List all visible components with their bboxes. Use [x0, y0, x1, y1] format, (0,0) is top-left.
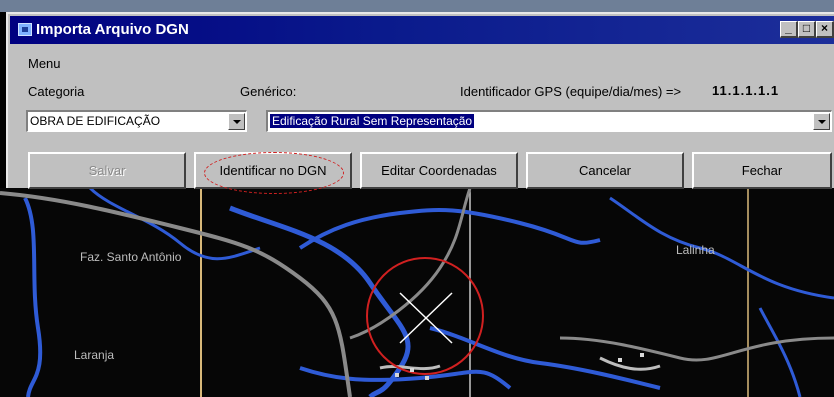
dropdown-arrow-icon[interactable] [228, 113, 245, 130]
generico-value: Edificação Rural Sem Representação [270, 114, 475, 128]
menu-label[interactable]: Menu [28, 56, 61, 71]
road [599, 356, 661, 371]
map-label: Faz. Santo Antônio [80, 250, 182, 264]
app-icon [18, 23, 32, 36]
crosshair-icon [399, 292, 453, 344]
minimize-icon[interactable]: _ [780, 21, 798, 38]
salvar-button[interactable]: Salvar [28, 152, 186, 189]
map-label: Lalinha [676, 243, 715, 257]
desktop-strip [0, 0, 834, 12]
window-title: Importa Arquivo DGN [36, 21, 189, 38]
maximize-icon[interactable]: □ [798, 21, 816, 38]
editar-coordenadas-button[interactable]: Editar Coordenadas [360, 152, 518, 189]
dropdown-arrow-icon[interactable] [813, 113, 830, 130]
categoria-select[interactable]: OBRA DE EDIFICAÇÃO [26, 110, 247, 132]
map-label: Laranja [74, 348, 115, 362]
river [609, 196, 834, 300]
road [0, 191, 352, 397]
river [758, 307, 802, 397]
dgn-map-view[interactable]: Faz. Santo Antônio Laranja Lalinha [0, 188, 834, 397]
road [559, 336, 834, 362]
generico-select[interactable]: Edificação Rural Sem Representação [266, 110, 832, 132]
gps-value: 11.1.1.1.1 [712, 83, 780, 98]
close-icon[interactable]: × [816, 21, 834, 38]
import-dgn-dialog: Importa Arquivo DGN _ □ × Menu Categoria… [6, 12, 834, 194]
river [88, 188, 261, 261]
river [23, 197, 43, 397]
categoria-label: Categoria [28, 84, 85, 99]
title-bar[interactable]: Importa Arquivo DGN _ □ × [10, 16, 834, 44]
identificar-button[interactable]: Identificar no DGN [194, 152, 352, 189]
map-canvas [0, 188, 834, 397]
cancelar-button[interactable]: Cancelar [526, 152, 684, 189]
categoria-value: OBRA DE EDIFICAÇÃO [30, 114, 161, 128]
gps-label: Identificador GPS (equipe/dia/mes) => [460, 84, 682, 99]
river [298, 208, 601, 250]
fechar-button[interactable]: Fechar [692, 152, 832, 189]
generico-label: Genérico: [240, 84, 297, 99]
